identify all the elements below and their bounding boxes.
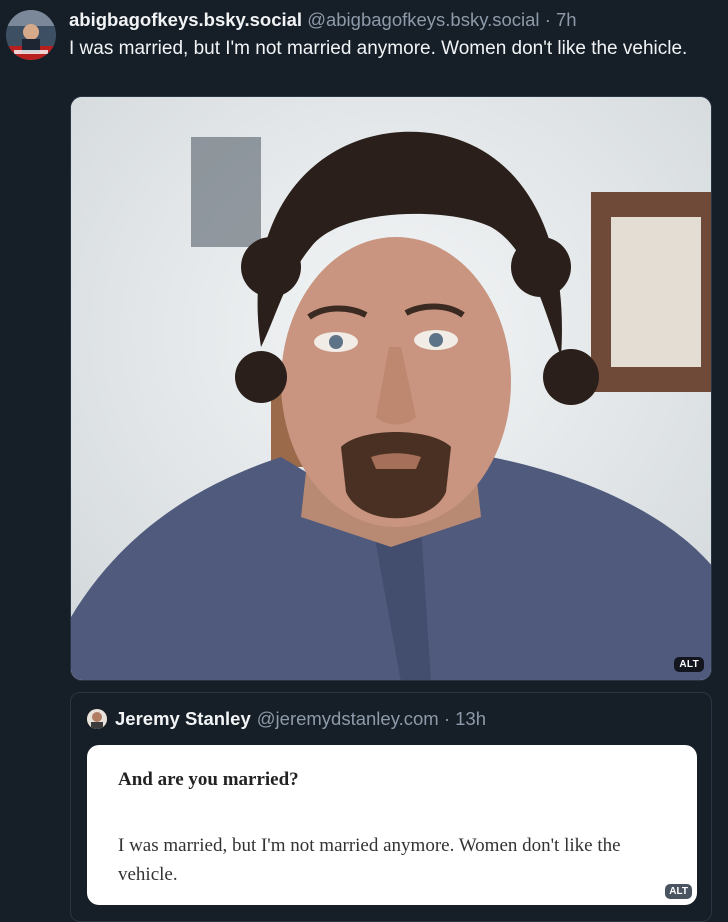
quoted-post-header: Jeremy Stanley @jeremydstanley.com · 13h — [87, 707, 486, 731]
quoted-author-handle[interactable]: @jeremydstanley.com — [257, 707, 439, 731]
author-handle[interactable]: @abigbagofkeys.bsky.social — [307, 9, 539, 30]
post-text: I was married, but I'm not married anymo… — [69, 38, 688, 59]
author-display-name[interactable]: abigbagofkeys.bsky.social — [69, 9, 302, 30]
author-avatar[interactable] — [6, 10, 56, 60]
quoted-post-timestamp[interactable]: · 13h — [444, 707, 486, 731]
card-question-text: And are you married? — [118, 769, 299, 790]
quoted-author-display-name[interactable]: Jeremy Stanley — [115, 707, 251, 731]
card-answer-text: I was married, but I'm not married anymo… — [118, 835, 621, 885]
post[interactable]: abigbagofkeys.bsky.social @abigbagofkeys… — [0, 0, 728, 922]
post-header: abigbagofkeys.bsky.social @abigbagofkeys… — [69, 9, 718, 31]
quoted-image-alt-badge[interactable]: ALT — [665, 884, 692, 899]
quoted-post[interactable]: Jeremy Stanley @jeremydstanley.com · 13h… — [70, 692, 712, 922]
post-image[interactable]: ALT — [70, 96, 712, 681]
quoted-author-avatar[interactable] — [87, 709, 107, 729]
post-timestamp[interactable]: · 7h — [545, 9, 577, 30]
image-alt-badge[interactable]: ALT — [674, 657, 704, 672]
quoted-post-image[interactable]: And are you married? I was married, but … — [87, 745, 697, 905]
